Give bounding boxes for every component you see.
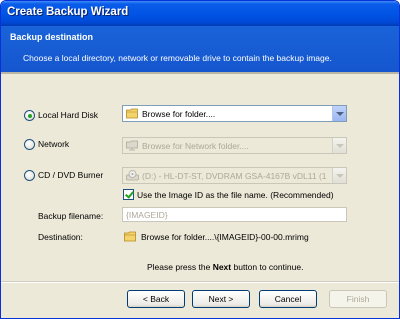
- chevron-down-icon[interactable]: [332, 168, 346, 183]
- chevron-down-icon[interactable]: [332, 138, 346, 153]
- destination-label: Destination:: [38, 232, 83, 242]
- wizard-window: Create Backup Wizard Backup destination …: [0, 0, 400, 319]
- local-hard-disk-label[interactable]: Local Hard Disk: [38, 110, 98, 120]
- network-folder-combo-text: Browse for Network folder....: [142, 141, 249, 151]
- footer-divider: [1, 281, 399, 283]
- cd-drive-combo-text: (D:) - HL-DT-ST, DVDRAM GSA-4167B vDL11 …: [142, 171, 327, 181]
- folder-icon: [126, 108, 138, 119]
- use-image-id-checkbox[interactable]: [123, 189, 134, 200]
- local-folder-combo[interactable]: Browse for folder....: [122, 105, 347, 122]
- backup-filename-label: Backup filename:: [38, 211, 104, 221]
- backup-filename-input[interactable]: {IMAGEID}: [122, 207, 347, 222]
- title-bar[interactable]: Create Backup Wizard: [1, 1, 399, 26]
- continue-note-after: button to continue.: [231, 262, 304, 272]
- cd-drive-combo[interactable]: (D:) - HL-DT-ST, DVDRAM GSA-4167B vDL11 …: [122, 167, 347, 184]
- use-image-id-label[interactable]: Use the Image ID as the file name. (Reco…: [137, 190, 334, 200]
- destination-value: Browse for folder....\{IMAGEID}-00-00.mr…: [141, 232, 309, 242]
- network-radio[interactable]: [24, 139, 35, 150]
- cd-dvd-burner-label[interactable]: CD / DVD Burner: [38, 170, 103, 180]
- chevron-down-icon[interactable]: [332, 106, 346, 121]
- cd-dvd-burner-radio[interactable]: [24, 170, 35, 181]
- header-title: Backup destination: [10, 32, 94, 42]
- continue-note: Please press the Next button to continue…: [147, 262, 303, 272]
- next-button[interactable]: Next >: [192, 290, 250, 308]
- back-button[interactable]: < Back: [127, 290, 185, 308]
- window-title: Create Backup Wizard: [7, 6, 129, 18]
- local-folder-combo-text: Browse for folder....: [142, 109, 216, 119]
- header-description: Choose a local directory, network or rem…: [23, 53, 332, 63]
- folder-icon: [124, 231, 136, 242]
- cancel-button[interactable]: Cancel: [259, 290, 317, 308]
- wizard-header: Backup destination Choose a local direct…: [1, 26, 399, 72]
- continue-note-before: Please press the: [147, 262, 213, 272]
- header-divider: [1, 72, 399, 74]
- network-folder-icon: [126, 140, 138, 151]
- network-folder-combo[interactable]: Browse for Network folder....: [122, 137, 347, 154]
- cd-drive-icon: [126, 170, 139, 181]
- finish-button[interactable]: Finish: [329, 290, 387, 308]
- local-hard-disk-radio[interactable]: [24, 110, 35, 121]
- continue-note-bold: Next: [212, 262, 232, 272]
- network-label[interactable]: Network: [38, 139, 69, 149]
